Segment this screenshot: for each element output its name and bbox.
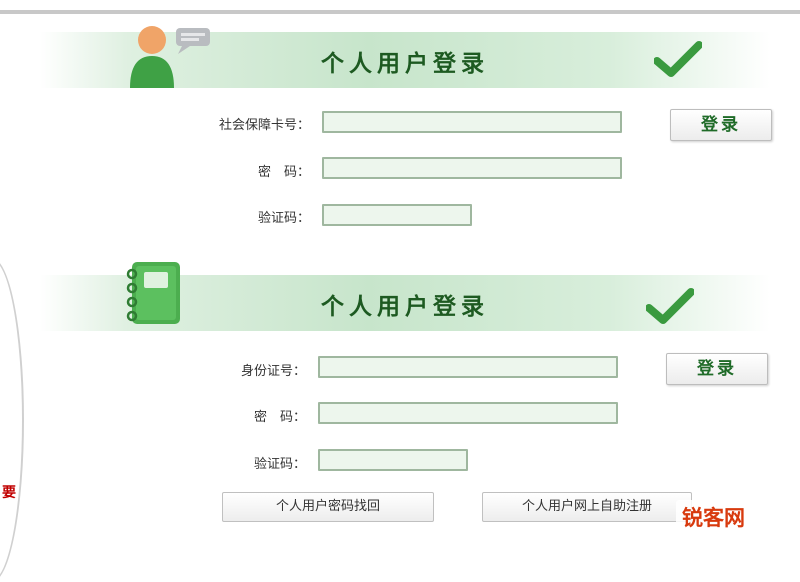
password-input[interactable]	[318, 402, 618, 424]
login-button[interactable]: 登录	[666, 353, 768, 385]
watermark-logo: 锐客网	[676, 500, 751, 534]
password-label: 密 码：	[257, 165, 310, 180]
decorative-arc	[0, 258, 24, 582]
captcha-label: 验证码：	[257, 211, 310, 226]
social-card-input[interactable]	[322, 111, 622, 133]
captcha-input[interactable]	[318, 449, 468, 471]
recover-password-button[interactable]: 个人用户密码找回	[222, 492, 434, 522]
check-icon	[654, 41, 702, 77]
password-label: 密 码：	[253, 410, 306, 425]
password-input[interactable]	[322, 157, 622, 179]
login-button[interactable]: 登录	[670, 109, 772, 141]
online-register-button[interactable]: 个人用户网上自助注册	[482, 492, 692, 522]
captcha-input[interactable]	[322, 204, 472, 226]
id-card-label: 身份证号：	[240, 364, 306, 379]
social-card-label: 社会保障卡号：	[218, 118, 310, 133]
captcha-label: 验证码：	[253, 457, 306, 472]
user-chat-icon	[130, 26, 210, 88]
edge-text: 要	[2, 485, 16, 501]
top-divider	[0, 10, 800, 14]
id-card-input[interactable]	[318, 356, 618, 378]
check-icon	[646, 288, 694, 324]
notebook-icon	[126, 262, 180, 324]
